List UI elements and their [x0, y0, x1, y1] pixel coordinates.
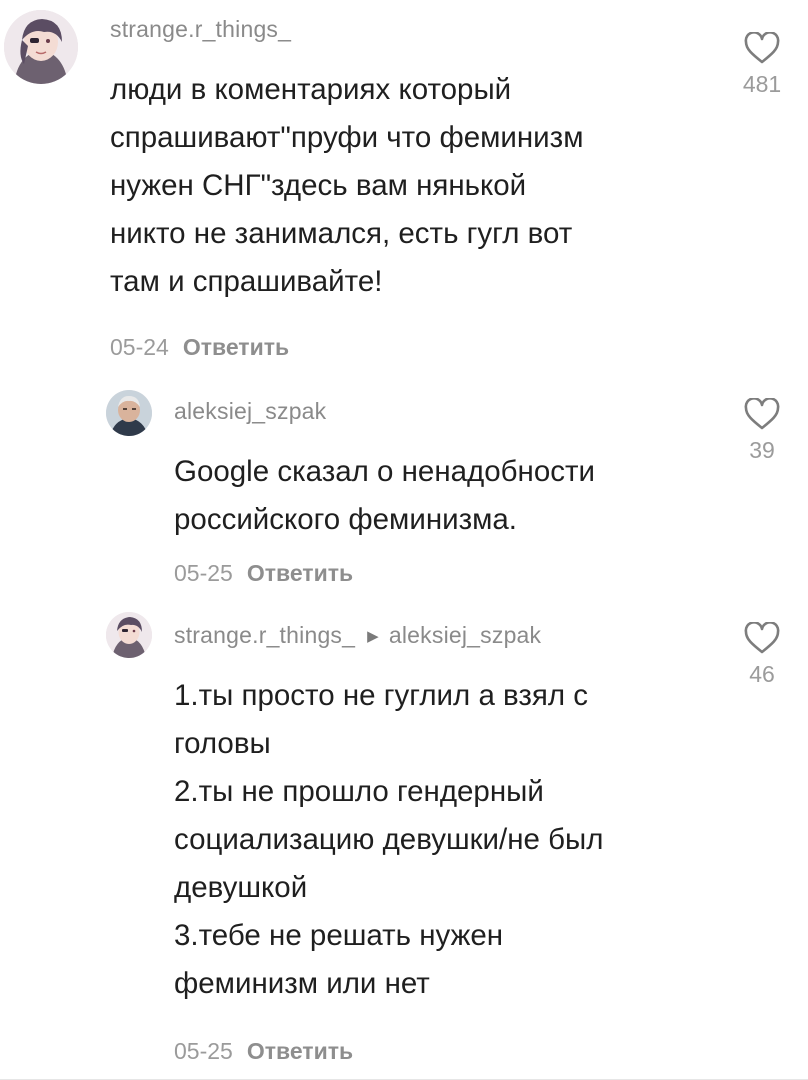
- like-count: 46: [749, 661, 775, 687]
- comment-text: Google сказал о ненадобности российского…: [174, 455, 595, 536]
- comment-text: 1.ты просто не гуглил а взял с головы 2.…: [174, 679, 604, 1000]
- comment-reply-item: aleksiej_szpak Google сказал о ненадобно…: [0, 380, 808, 600]
- reply-to-username[interactable]: aleksiej_szpak: [389, 622, 541, 648]
- avatar[interactable]: [4, 10, 78, 84]
- comment-username-line: strange.r_things_ ▶ aleksiej_szpak: [174, 622, 541, 649]
- like-button[interactable]: 39: [732, 398, 792, 464]
- avatar[interactable]: [106, 612, 152, 658]
- like-count: 39: [749, 437, 775, 463]
- triangle-right-icon: ▶: [367, 628, 379, 645]
- like-count: 481: [742, 71, 782, 97]
- comment-meta: 05-24 Ответить: [110, 334, 289, 361]
- heart-outline-icon: [744, 398, 780, 430]
- comment-text: люди в коментариях который спрашивают"пр…: [110, 73, 584, 298]
- comment-date: 05-24: [110, 334, 169, 360]
- comment-username[interactable]: aleksiej_szpak: [174, 398, 326, 425]
- comment-meta: 05-25 Ответить: [174, 560, 353, 587]
- heart-outline-icon: [744, 32, 780, 64]
- like-button[interactable]: 46: [732, 622, 792, 688]
- comment-date: 05-25: [174, 560, 233, 586]
- reply-button[interactable]: Ответить: [183, 334, 289, 360]
- like-button[interactable]: 481: [732, 32, 792, 98]
- reply-button[interactable]: Ответить: [247, 560, 353, 586]
- comment-item: strange.r_things_ люди в коментариях кот…: [0, 0, 808, 380]
- comment-reply-item: strange.r_things_ ▶ aleksiej_szpak 1.ты пр…: [0, 600, 808, 1080]
- heart-outline-icon: [744, 622, 780, 654]
- comment-meta: 05-25 Ответить: [174, 1038, 353, 1065]
- comment-date: 05-25: [174, 1038, 233, 1064]
- reply-button[interactable]: Ответить: [247, 1038, 353, 1064]
- comment-username[interactable]: strange.r_things_: [174, 622, 355, 648]
- avatar[interactable]: [106, 390, 152, 436]
- comment-username[interactable]: strange.r_things_: [110, 16, 291, 43]
